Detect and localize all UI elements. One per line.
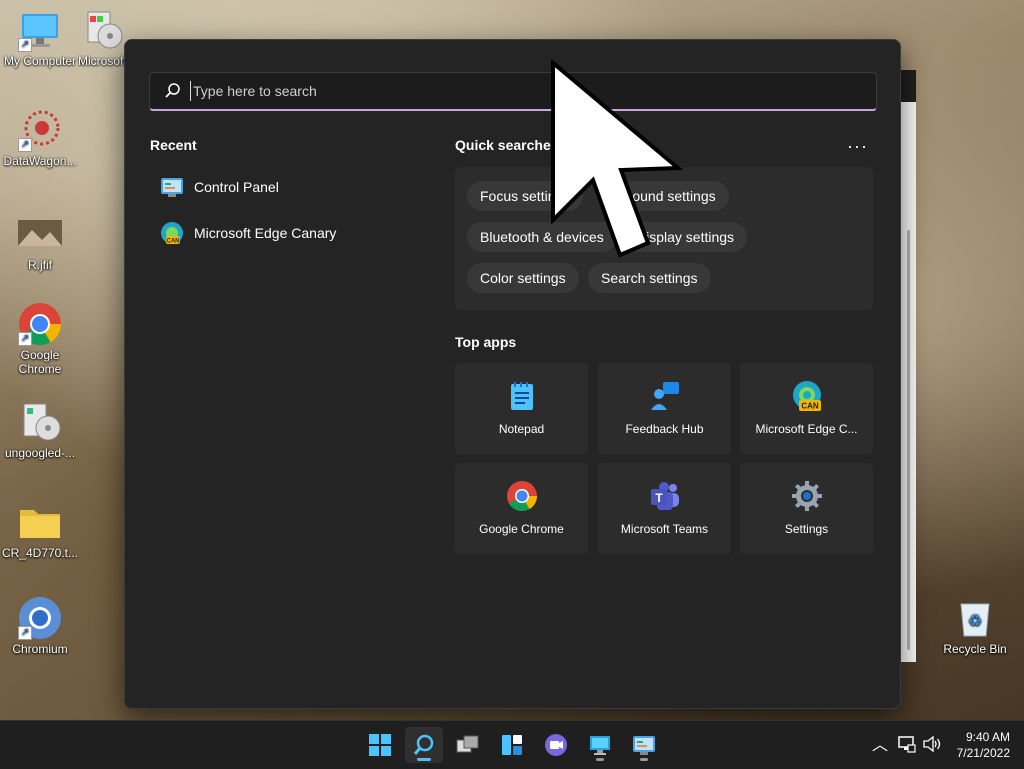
chip-color-settings[interactable]: Color settings <box>467 263 579 293</box>
task-view-button[interactable] <box>449 727 487 763</box>
desktop-icon-label: CR_4D770.t... <box>1 546 79 560</box>
clock[interactable]: 9:40 AM 7/21/2022 <box>957 729 1010 761</box>
monitor-icon <box>590 736 610 755</box>
app-tile-label: Notepad <box>498 422 545 436</box>
app-tile-settings[interactable]: Settings <box>740 463 873 554</box>
app-tile-microsoft-teams[interactable]: T Microsoft Teams <box>598 463 731 554</box>
edge-canary-icon: CAN <box>791 380 823 412</box>
control-panel-icon <box>633 736 655 755</box>
desktop-icon-chromium[interactable]: ↗ Chromium <box>0 596 80 656</box>
search-flyout: Recent Control Panel CAN Microsoft Edge … <box>124 39 901 709</box>
chat-icon <box>545 734 567 756</box>
windows-logo-icon <box>369 734 391 756</box>
desktop-icon-label: DataWagon... <box>3 154 77 168</box>
taskbar: ︿ 9:40 AM 7/21/2022 <box>0 720 1024 769</box>
taskbar-search-button[interactable] <box>405 727 443 763</box>
task-view-icon <box>456 735 479 753</box>
svg-text:CAN: CAN <box>167 239 180 245</box>
clock-date: 7/21/2022 <box>956 746 1010 760</box>
teams-icon: T <box>649 480 681 512</box>
app-tile-label: Settings <box>784 522 829 536</box>
recent-item-label: Microsoft Edge Canary <box>194 225 337 241</box>
app-tile-feedback-hub[interactable]: Feedback Hub <box>598 363 731 454</box>
mouse-cursor-icon <box>551 60 684 258</box>
svg-text:♻: ♻ <box>968 613 982 630</box>
desktop-icon-rjfif[interactable]: R.jfif <box>0 212 80 272</box>
search-icon <box>165 83 180 98</box>
app-tile-google-chrome[interactable]: Google Chrome <box>455 463 588 554</box>
notepad-icon <box>506 380 538 412</box>
desktop-icon-label: Microsoft <box>78 54 126 68</box>
chevron-up-icon[interactable]: ︿ <box>872 731 888 755</box>
image-file-icon <box>18 212 62 256</box>
feedback-hub-icon <box>649 380 681 412</box>
app-tile-notepad[interactable]: Notepad <box>455 363 588 454</box>
network-icon[interactable] <box>898 735 916 753</box>
top-apps-title: Top apps <box>455 334 517 350</box>
clock-time: 9:40 AM <box>965 730 1010 744</box>
desktop-icon-label: Google Chrome <box>18 348 62 376</box>
datawagon-icon: ↗ <box>18 108 62 152</box>
recycle-bin-icon: ♻ <box>953 596 997 640</box>
desktop-icon-my-computer[interactable]: ↗ My Computer <box>0 8 80 68</box>
widgets-button[interactable] <box>493 727 531 763</box>
more-options-button[interactable]: ··· <box>847 136 868 157</box>
quick-searches-title: Quick searches <box>455 137 559 153</box>
desktop-icon-recycle-bin[interactable]: ♻ Recycle Bin <box>935 596 1015 656</box>
desktop-icon-google-chrome[interactable]: ↗ Google Chrome <box>0 302 80 376</box>
folder-icon <box>18 500 62 544</box>
taskbar-app-remote-desktop[interactable] <box>581 727 619 763</box>
settings-icon <box>791 480 823 512</box>
edge-canary-icon: CAN <box>160 221 184 245</box>
chip-search-settings[interactable]: Search settings <box>588 263 711 293</box>
recent-title: Recent <box>150 137 197 153</box>
desktop-icon-label: R.jfif <box>28 258 52 272</box>
desktop-icon-datawagon[interactable]: ↗ DataWagon... <box>0 108 80 168</box>
chat-button[interactable] <box>537 727 575 763</box>
svg-text:CAN: CAN <box>801 402 819 411</box>
app-tile-edge-canary[interactable]: CAN Microsoft Edge C... <box>740 363 873 454</box>
search-input[interactable] <box>190 81 876 101</box>
installer-icon <box>18 400 62 444</box>
chrome-icon <box>506 480 538 512</box>
control-panel-icon <box>160 175 184 199</box>
widgets-icon <box>502 735 522 755</box>
desktop-icon-label: ungoogled-... <box>4 446 76 460</box>
recent-item-control-panel[interactable]: Control Panel <box>160 173 279 201</box>
chromium-icon: ↗ <box>18 596 62 640</box>
installer-icon <box>80 8 124 52</box>
app-tile-label: Feedback Hub <box>625 422 704 436</box>
search-icon <box>413 734 434 755</box>
scrollbar[interactable] <box>907 230 910 650</box>
app-tile-label: Microsoft Edge C... <box>755 422 858 436</box>
svg-text:T: T <box>655 491 663 505</box>
desktop-icon-label: My Computer <box>3 54 77 68</box>
taskbar-app-control-panel[interactable] <box>625 727 663 763</box>
monitor-icon: ↗ <box>18 8 62 52</box>
desktop-icon-microsoft[interactable]: Microsoft <box>78 8 126 68</box>
desktop-icon-folder[interactable]: CR_4D770.t... <box>0 500 80 560</box>
desktop-icon-label: Chromium <box>12 642 68 656</box>
desktop-icon-label: Recycle Bin <box>943 642 1007 656</box>
recent-item-label: Control Panel <box>194 179 279 195</box>
start-button[interactable] <box>361 727 399 763</box>
volume-icon[interactable] <box>922 735 942 753</box>
chrome-icon: ↗ <box>18 302 62 346</box>
search-box[interactable] <box>149 72 877 111</box>
app-tile-label: Microsoft Teams <box>620 522 709 536</box>
app-tile-label: Google Chrome <box>479 522 564 536</box>
desktop-icon-ungoogled[interactable]: ungoogled-... <box>0 400 80 460</box>
recent-item-edge-canary[interactable]: CAN Microsoft Edge Canary <box>160 219 336 247</box>
